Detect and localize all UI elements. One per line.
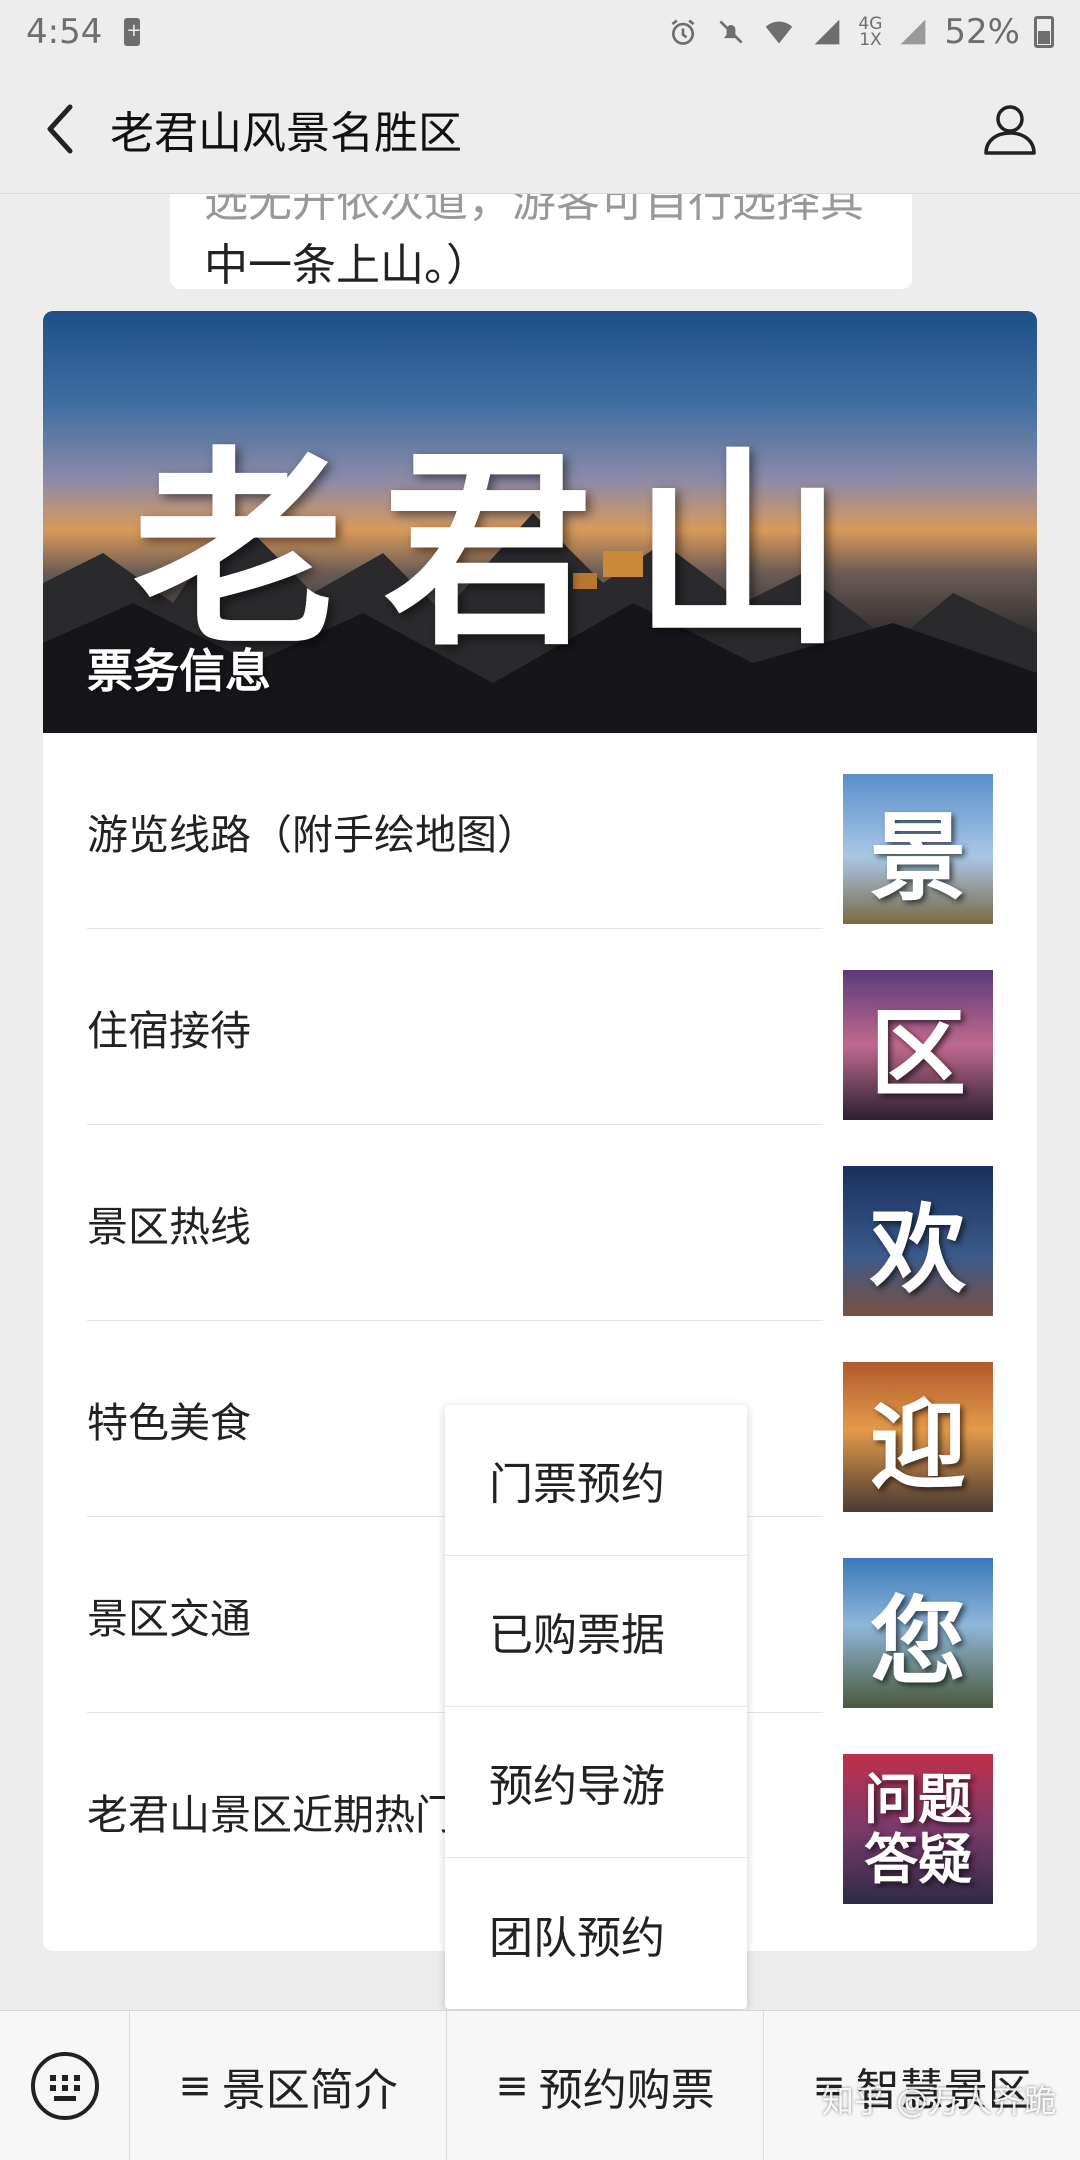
banner-image[interactable]: 老君山 票务信息 [43,311,1037,733]
user-profile-icon[interactable] [980,99,1040,159]
list-item-label: 住宿接待 [87,1007,251,1055]
menu-item-group-booking[interactable]: 团队预约 [445,1858,747,2009]
battery-icon [1034,16,1054,48]
thumbnail-image: 欢 [843,1166,993,1316]
signal-icon [815,19,840,45]
battery-percent: 52% [944,12,1020,52]
menu-list-icon: ≡ [495,2062,529,2109]
menu-item-purchased-tickets[interactable]: 已购票据 [445,1556,747,1707]
list-item-label: 老君山景区近期热门 [87,1791,456,1839]
menu-scenic-intro[interactable]: ≡ 景区简介 [130,2010,447,2160]
banner-caption: 票务信息 [87,644,271,698]
thumbnail-image: 迎 [843,1362,993,1512]
title-bar: 老君山风景名胜区 [0,64,1080,194]
alarm-icon [672,19,695,45]
signal-2-icon [901,19,926,45]
status-time: 4:54 [26,12,103,52]
charging-icon [124,18,141,46]
menu-item-ticket-reservation[interactable]: 门票预约 [445,1405,747,1556]
list-item-label: 特色美食 [87,1399,251,1447]
thumbnail-image: 您 [843,1558,993,1708]
list-item[interactable]: 游览线路（附手绘地图） 景 [43,733,1037,929]
list-item[interactable]: 景区热线 欢 [43,1125,1037,1321]
network-type: 4G 1X [858,14,883,50]
submenu-popup: 门票预约 已购票据 预约导游 团队预约 [445,1405,747,2009]
back-icon[interactable] [30,99,90,159]
list-item-label: 景区交通 [87,1595,251,1643]
list-item-label: 景区热线 [87,1203,251,1251]
thumbnail-image: 问题 答疑 [843,1754,993,1904]
watermark: 知乎 @万人齐跪 [821,2082,1056,2120]
wifi-icon [766,21,793,44]
list-item[interactable]: 住宿接待 区 [43,929,1037,1125]
menu-book-tickets[interactable]: ≡ 预约购票 [447,2010,764,2160]
keyboard-toggle-button[interactable] [0,2010,130,2160]
menu-list-icon: ≡ [178,2062,212,2109]
mute-icon [719,20,743,44]
thumbnail-image: 区 [843,970,993,1120]
page-title: 老君山风景名胜区 [110,107,462,159]
status-bar: 4:54 4G 1X 52% [0,0,1080,64]
list-item-label: 游览线路（附手绘地图） [87,811,538,859]
message-bubble: 选无开依次道，游客可自行选择其 中一条上山。） [170,194,912,291]
thumbnail-image: 景 [843,774,993,924]
keyboard-icon [30,2051,99,2120]
menu-item-book-guide[interactable]: 预约导游 [445,1707,747,1858]
